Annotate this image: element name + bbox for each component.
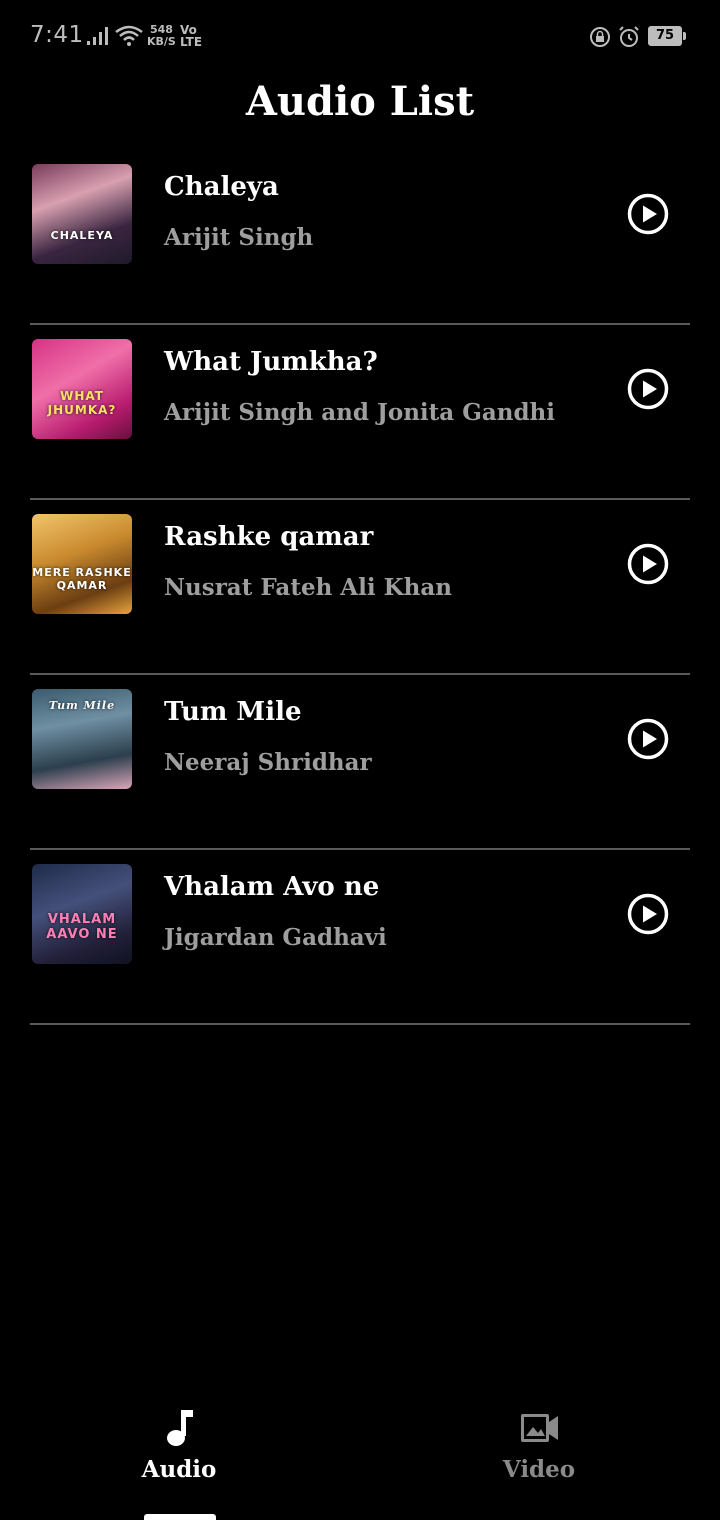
list-item[interactable]: CHALEYA Chaleya Arijit Singh xyxy=(30,150,690,325)
volte-bottom: LTE xyxy=(180,35,203,49)
audio-list-screen: 7:41 548 KB/S Vo LTE 75 Audio List CHALE… xyxy=(0,0,720,1520)
album-cover: WHAT JHUMKA? xyxy=(32,339,132,439)
song-title: Chaleya xyxy=(164,172,279,202)
song-title: What Jumkha? xyxy=(164,347,378,377)
network-speed-unit: KB/S xyxy=(147,35,176,48)
song-artist: Nusrat Fateh Ali Khan xyxy=(164,574,452,601)
page-title: Audio List xyxy=(245,78,475,125)
signal-icon xyxy=(87,27,108,45)
wifi-icon xyxy=(115,25,143,46)
play-circle-icon[interactable] xyxy=(626,367,670,411)
album-cover-text: WHAT JHUMKA? xyxy=(47,389,117,417)
music-note-icon xyxy=(167,1410,193,1446)
album-cover-text: Tum Mile xyxy=(48,699,116,712)
album-cover: Tum Mile xyxy=(32,689,132,789)
video-camera-icon xyxy=(521,1414,558,1442)
song-artist: Neeraj Shridhar xyxy=(164,749,372,776)
play-circle-icon[interactable] xyxy=(626,542,670,586)
list-item[interactable]: MERE RASHKE QAMAR Rashke qamar Nusrat Fa… xyxy=(30,500,690,675)
album-cover-text: CHALEYA xyxy=(50,229,114,242)
list-item[interactable]: WHAT JHUMKA? What Jumkha? Arijit Singh a… xyxy=(30,325,690,500)
play-circle-icon[interactable] xyxy=(626,892,670,936)
song-artist: Arijit Singh xyxy=(164,224,314,251)
song-artist: Jigardan Gadhavi xyxy=(164,924,387,951)
album-cover: MERE RASHKE QAMAR xyxy=(32,514,132,614)
album-cover-text: MERE RASHKE QAMAR xyxy=(32,566,132,592)
nav-label-audio: Audio xyxy=(141,1456,217,1483)
bottom-navigation: Audio Video xyxy=(0,1390,720,1520)
album-cover: VHALAM AAVO NE xyxy=(32,864,132,964)
album-cover-text: VHALAM AAVO NE xyxy=(46,912,118,942)
play-circle-icon[interactable] xyxy=(626,717,670,761)
nav-tab-video[interactable]: Video xyxy=(449,1408,629,1483)
rotation-lock-icon xyxy=(590,27,610,47)
status-time: 7:41 xyxy=(30,22,84,48)
nav-label-video: Video xyxy=(502,1456,576,1483)
network-speed: 548 KB/S xyxy=(147,24,176,48)
album-cover: CHALEYA xyxy=(32,164,132,264)
audio-list: CHALEYA Chaleya Arijit Singh WHAT JHUMKA… xyxy=(30,150,690,1025)
list-item[interactable]: VHALAM AAVO NE Vhalam Avo ne Jigardan Ga… xyxy=(30,850,690,1025)
song-artist: Arijit Singh and Jonita Gandhi xyxy=(164,399,556,426)
alarm-icon xyxy=(619,26,639,47)
active-tab-indicator xyxy=(144,1514,216,1520)
song-title: Tum Mile xyxy=(164,697,302,727)
nav-tab-audio[interactable]: Audio xyxy=(89,1408,269,1483)
battery-level: 75 xyxy=(648,26,682,46)
list-item[interactable]: Tum Mile Tum Mile Neeraj Shridhar xyxy=(30,675,690,850)
song-title: Rashke qamar xyxy=(164,522,374,552)
volte-indicator: Vo LTE xyxy=(180,24,202,48)
status-bar: 7:41 548 KB/S Vo LTE 75 xyxy=(0,0,720,74)
song-title: Vhalam Avo ne xyxy=(164,872,380,902)
battery-icon: 75 xyxy=(648,26,686,46)
play-circle-icon[interactable] xyxy=(626,192,670,236)
